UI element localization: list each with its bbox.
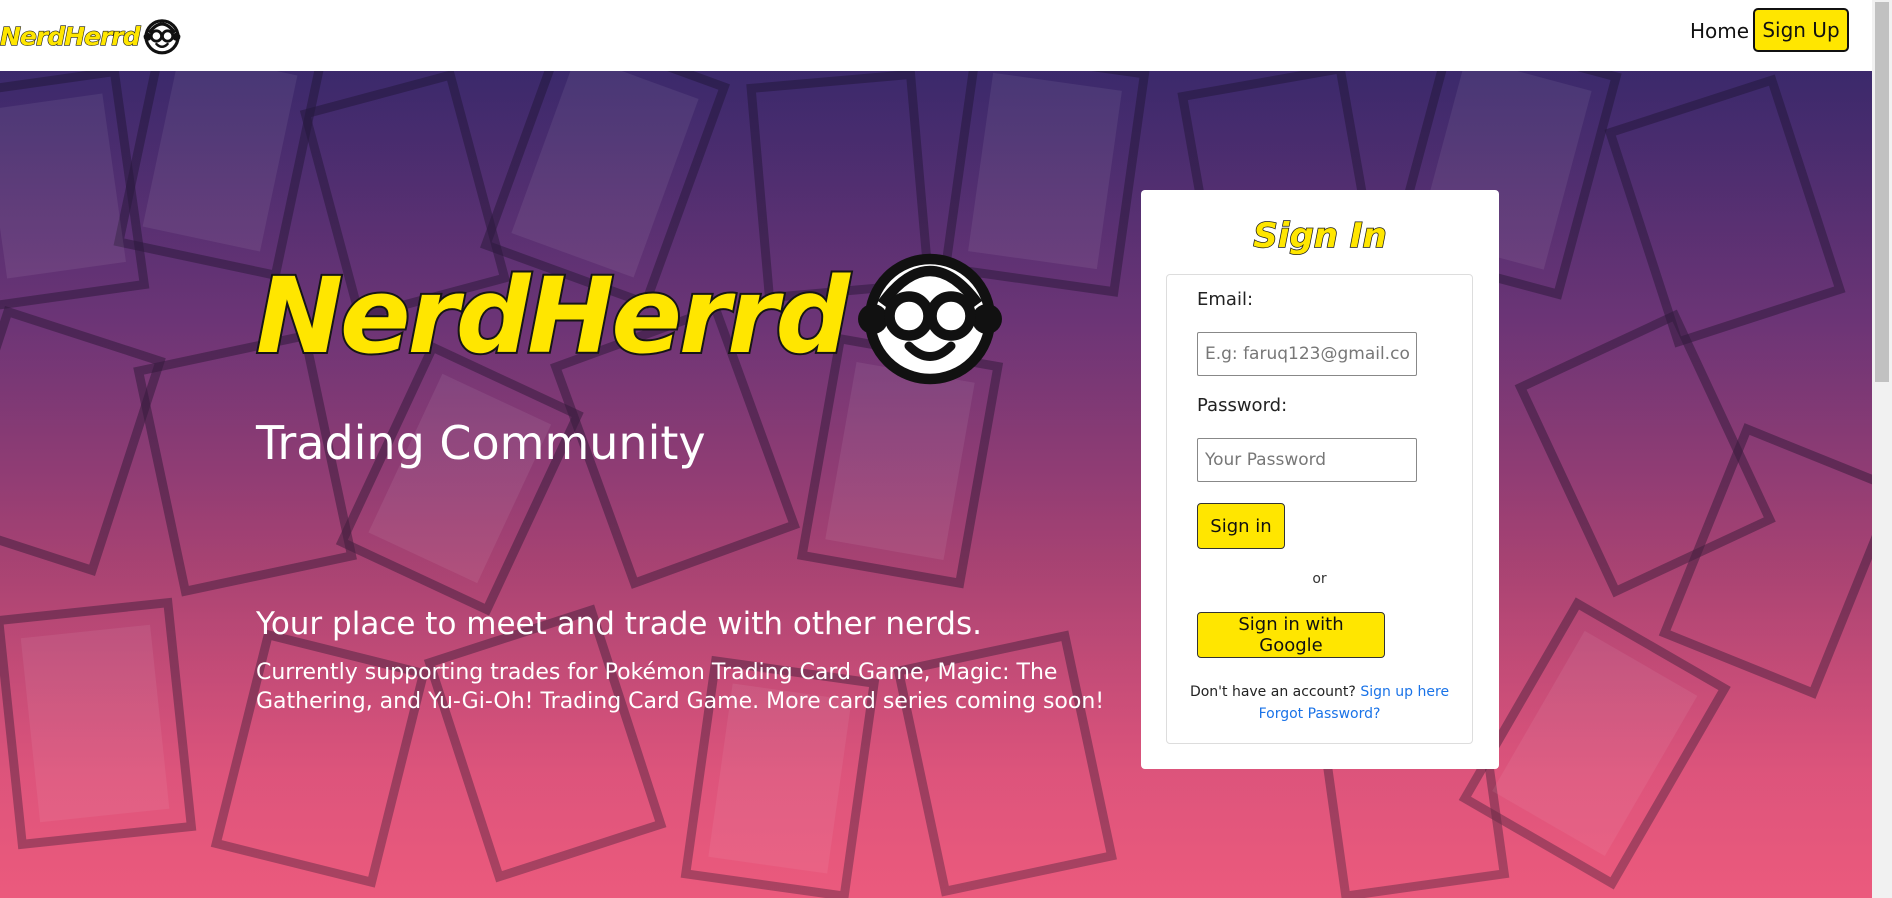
email-field[interactable] [1197,332,1417,376]
hero-subtitle: Trading Community [256,416,706,470]
navbar: NerdHerrd Home Sign Up [0,0,1872,71]
email-label: Email: [1197,289,1254,310]
signin-card: Sign In Email: Password: Sign in or Sign… [1141,190,1499,769]
password-field[interactable] [1197,438,1417,482]
signin-title: Sign In [1253,215,1388,257]
nerd-face-icon [143,19,180,55]
signup-here-link[interactable]: Sign up here [1360,684,1449,700]
hero-logo: NerdHerrd [254,241,1005,391]
brand-text: NerdHerrd [0,21,141,51]
scrollbar-thumb[interactable] [1875,2,1889,382]
forgot-password-link[interactable]: Forgot Password? [1259,706,1381,722]
nerd-face-icon [857,253,1002,385]
google-signin-button[interactable]: Sign in with Google [1197,612,1385,658]
signin-submit-button[interactable]: Sign in [1197,503,1285,549]
nav-home-link[interactable]: Home [1690,19,1749,43]
nav-signup-button[interactable]: Sign Up [1753,8,1849,52]
hero-tagline: Your place to meet and trade with other … [256,606,982,642]
hero-logo-text: NerdHerrd [254,253,852,379]
hero-section: NerdHerrd Trading Community Your place t… [0,71,1872,898]
signin-form: Email: Password: Sign in or Sign in with… [1166,274,1473,744]
account-links: Don't have an account? Sign up here Forg… [1167,681,1472,725]
hero-gradient-overlay [0,71,1872,898]
no-account-text: Don't have an account? [1189,684,1356,700]
page-scrollbar[interactable] [1872,0,1892,898]
or-divider: or [1312,571,1327,587]
hero-description: Currently supporting trades for Pokémon … [256,660,1105,714]
brand-logo[interactable]: NerdHerrd [0,10,182,62]
password-label: Password: [1197,395,1288,416]
